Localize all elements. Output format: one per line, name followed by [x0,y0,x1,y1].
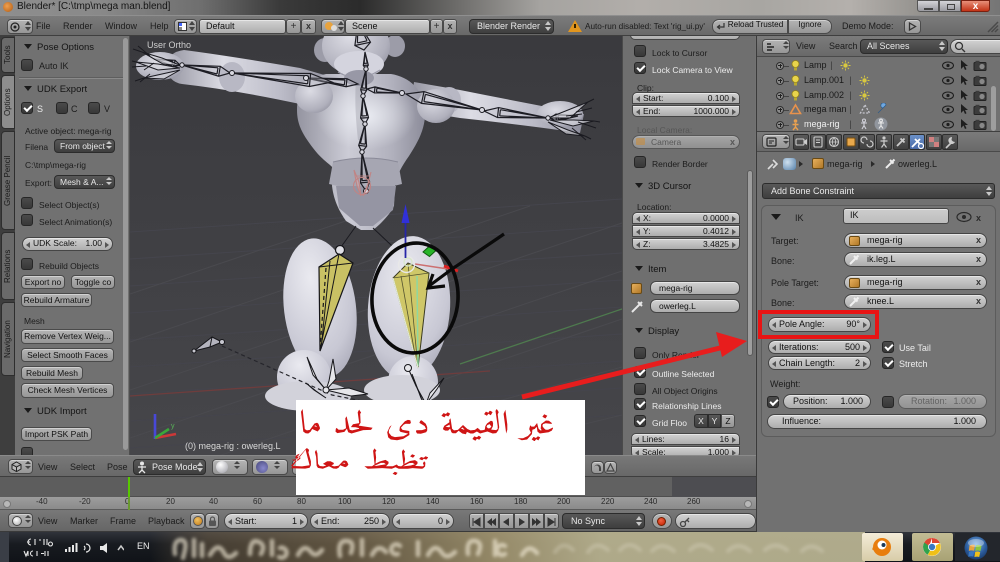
svg-text:(0) mega-rig : owerleg.L: (0) mega-rig : owerleg.L [185,441,281,451]
svg-text:y: y [171,423,175,430]
svg-text:User Ortho: User Ortho [147,40,191,50]
